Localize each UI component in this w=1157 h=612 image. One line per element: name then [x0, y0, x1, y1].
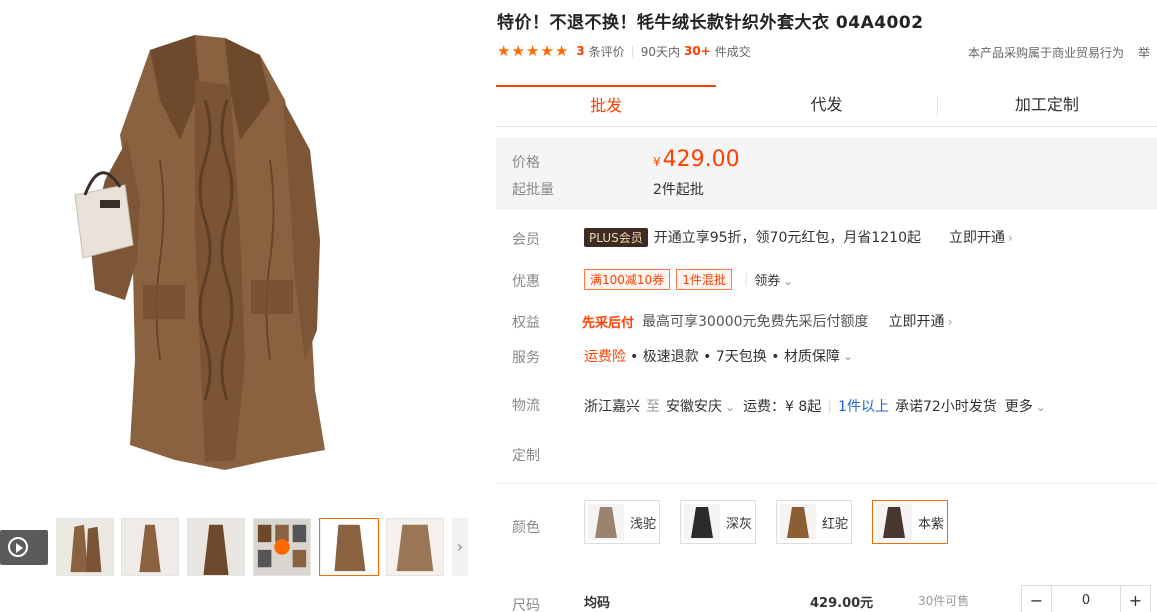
rating-row: ★ ★ ★ ★ ★ 3 条评价 | 90天内 30+ 件成交	[497, 42, 751, 60]
star-icon: ★	[525, 41, 540, 60]
divider: |	[630, 44, 635, 58]
color-option-light-camel[interactable]: 浅驼	[584, 500, 660, 544]
thumbnail-next-button[interactable]: ›	[452, 518, 468, 576]
report-link[interactable]: 举	[1138, 46, 1150, 60]
stock-count: 30件可售	[918, 594, 970, 608]
star-icon: ★	[511, 41, 525, 60]
color-option-dark-gray[interactable]: 深灰	[680, 500, 756, 544]
ship-to-select[interactable]: 安徽安庆 ⌄	[666, 396, 735, 416]
discount-row: 满100减10券 1件混批 | 领券 ⌄	[584, 269, 793, 290]
thumbnail-3[interactable]	[187, 518, 245, 576]
tab-wholesale[interactable]: 批发	[496, 85, 717, 126]
size-name: 均码	[584, 596, 611, 611]
chevron-down-icon: ⌄	[842, 349, 853, 363]
delivery-promise: 承诺72小时发货	[894, 399, 997, 415]
video-thumbnail[interactable]	[0, 530, 48, 565]
color-label: 颜色	[512, 520, 540, 536]
min-quantity: 1件以上	[838, 399, 889, 415]
member-label: 会员	[512, 232, 540, 248]
thumbnail-1[interactable]	[56, 518, 114, 576]
logistics-label: 物流	[512, 398, 540, 414]
get-coupon-link[interactable]: 领券 ⌄	[754, 270, 793, 289]
logistics-row: 浙江嘉兴 至 安徽安庆 ⌄ 运费：¥ 8起 | 1件以上 承诺72小时发货 更多 ⌄	[584, 396, 1046, 416]
custom-label: 定制	[512, 448, 540, 464]
quantity-input[interactable]: 0	[1052, 586, 1120, 612]
price-value: ¥429.00	[653, 147, 740, 172]
tab-custom[interactable]: 加工定制	[936, 85, 1157, 126]
review-count-suffix[interactable]: 条评价	[589, 43, 625, 60]
color-option-red-camel[interactable]: 红驼	[776, 500, 852, 544]
star-icon: ★	[554, 41, 569, 60]
trade-note: 本产品采购属于商业贸易行为举	[968, 46, 1151, 60]
shipping-insurance: 运费险	[584, 349, 626, 365]
mix-batch-badge[interactable]: 1件混批	[676, 269, 732, 290]
sales-count: 30+	[683, 44, 711, 58]
chevron-down-icon: ⌄	[725, 400, 736, 414]
service-row[interactable]: 运费险 • 极速退款 • 7天包换 • 材质保障 ⌄	[584, 346, 853, 366]
main-product-image[interactable]	[55, 30, 345, 475]
product-title: 特价！不退不换！牦牛绒长款针织外套大衣 04A4002	[497, 13, 924, 33]
member-text: 开通立享95折，领70元红包，月省1210起	[653, 230, 921, 246]
tab-dropship[interactable]: 代发	[716, 85, 936, 126]
logistics-more-link[interactable]: 更多 ⌄	[1005, 396, 1046, 416]
shipping-fee: 运费：¥ 8起	[743, 399, 822, 415]
quantity-stepper: − 0 +	[1021, 585, 1151, 612]
color-option-natural-purple[interactable]: 本紫	[872, 500, 948, 544]
benefit-row: 先采后付 最高可享30000元免费先采后付额度 立即开通 ›	[582, 311, 952, 331]
member-open-link[interactable]: 立即开通 ›	[949, 227, 1013, 247]
section-divider	[496, 483, 1157, 484]
moq-value: 2件起批	[653, 182, 704, 198]
benefit-label: 权益	[512, 315, 540, 331]
moq-label: 起批量	[512, 182, 554, 198]
chevron-down-icon: ⌄	[1035, 400, 1046, 414]
sales-period: 90天内	[640, 44, 680, 59]
purchase-mode-tabs: 批发 代发 加工定制	[496, 85, 1157, 127]
service-items: • 极速退款 • 7天包换 • 材质保障	[630, 349, 840, 365]
product-page: › 特价！不退不换！牦牛绒长款针织外套大衣 04A4002 ★ ★ ★ ★ ★ …	[0, 0, 1157, 612]
quantity-plus-button[interactable]: +	[1120, 586, 1150, 612]
coupon-badge[interactable]: 满100减10券	[584, 269, 671, 290]
benefit-text: 最高可享30000元免费先采后付额度	[642, 314, 869, 330]
thumbnail-2[interactable]	[121, 518, 179, 576]
size-price: 429.00元	[810, 596, 874, 611]
chevron-right-icon: ›	[947, 315, 953, 329]
chevron-down-icon: ⌄	[783, 274, 794, 288]
sales-suffix: 件成交	[714, 44, 751, 59]
thumbnail-6[interactable]	[386, 518, 444, 576]
review-count[interactable]: 3	[576, 44, 584, 58]
pay-later-highlight: 先采后付	[582, 315, 635, 331]
chevron-right-icon: ›	[456, 537, 464, 556]
price-box: 价格 ¥429.00 起批量 2件起批	[496, 138, 1157, 210]
thumbnail-5[interactable]	[319, 518, 379, 576]
service-label: 服务	[512, 350, 540, 366]
discount-label: 优惠	[512, 274, 540, 290]
member-row: PLUS会员 开通立享95折，领70元红包，月省1210起 立即开通 ›	[584, 227, 1013, 247]
size-label: 尺码	[512, 598, 540, 612]
quantity-minus-button[interactable]: −	[1022, 586, 1052, 612]
price-label: 价格	[512, 155, 540, 171]
thumbnail-4[interactable]	[253, 518, 311, 576]
rating-stars: ★ ★ ★ ★ ★	[497, 41, 569, 60]
star-icon: ★	[497, 41, 511, 60]
benefit-open-link[interactable]: 立即开通 ›	[889, 311, 953, 331]
ship-from: 浙江嘉兴	[584, 399, 640, 415]
play-icon	[8, 537, 28, 557]
chevron-right-icon: ›	[1008, 231, 1013, 245]
star-icon: ★	[540, 41, 554, 60]
plus-member-badge: PLUS会员	[584, 227, 648, 247]
